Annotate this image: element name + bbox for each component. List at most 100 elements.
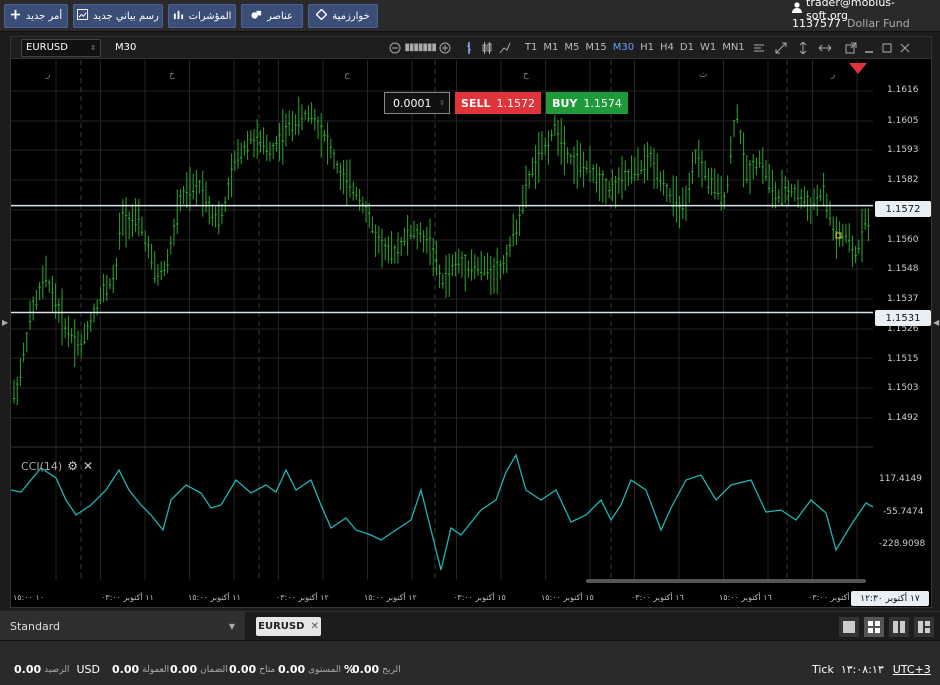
close-indicator-icon[interactable]: ✕ bbox=[83, 459, 93, 473]
price-tick: 1.1616 bbox=[887, 85, 919, 95]
line-chart-icon[interactable] bbox=[496, 39, 514, 57]
new-chart-label: رسم بياني جديد bbox=[93, 10, 159, 22]
layout-single-button[interactable] bbox=[839, 617, 859, 637]
current-timeframe: M30 bbox=[115, 42, 137, 53]
margin-label: الضمان bbox=[200, 664, 228, 675]
close-tab-icon[interactable]: ✕ bbox=[310, 621, 318, 632]
buy-label: BUY bbox=[552, 96, 578, 110]
right-arrow-icon[interactable]: ◀ bbox=[933, 318, 939, 327]
current-time-value: ١٧ أكتوبر ١٢:٣٠ bbox=[860, 593, 920, 604]
balance-value: 0.00 bbox=[14, 663, 42, 676]
layout-rows-button[interactable] bbox=[914, 617, 934, 637]
zoom-out-icon[interactable] bbox=[386, 39, 404, 57]
diamond-icon bbox=[315, 8, 328, 23]
workspace-select[interactable]: Standard ▼ bbox=[0, 612, 245, 640]
level-price-tag-value: 1.1531 bbox=[885, 312, 921, 324]
cci-name: CCI(14) bbox=[21, 459, 63, 473]
horizontal-arrows-icon[interactable] bbox=[816, 39, 834, 57]
chart-tab-label: EURUSD bbox=[258, 621, 305, 632]
price-tick: 1.1492 bbox=[887, 413, 919, 423]
timeframe-mn1[interactable]: MN1 bbox=[719, 42, 747, 53]
time-tick: ١٢ أكتوبر ٠٣:٠٠ bbox=[276, 593, 329, 602]
shapes-icon bbox=[251, 9, 262, 23]
balance-status: 0.00 الرصيد USD bbox=[14, 663, 100, 676]
spinner-icon[interactable]: ⇳ bbox=[439, 99, 445, 107]
symbol-select[interactable]: EURUSD ⇳ bbox=[21, 38, 101, 57]
vertical-arrows-icon[interactable] bbox=[794, 39, 812, 57]
chart-toolbar: EURUSD ⇳ M30 ▮▮▮▮▮▮▮ T1 M1 M5 M15 M30 H1… bbox=[11, 37, 931, 59]
profit-label: الربح bbox=[382, 664, 401, 675]
new-order-button[interactable]: أمر جديد bbox=[4, 4, 68, 28]
timeframe-m1[interactable]: M1 bbox=[540, 42, 561, 53]
timeframe-m15[interactable]: M15 bbox=[582, 42, 609, 53]
indicators-button[interactable]: المؤشرات bbox=[168, 4, 236, 28]
zoom-in-icon[interactable] bbox=[436, 39, 454, 57]
margin-value: 0.00 bbox=[170, 663, 198, 676]
chart-tabs-bar: Standard ▼ EURUSD ✕ bbox=[0, 611, 940, 640]
commission-label: العمولة bbox=[142, 664, 170, 675]
account-fund: Dollar Fund bbox=[847, 17, 910, 30]
time-tick: ١١ أكتوبر ٠٣:٠٠ bbox=[101, 593, 154, 602]
bid-price-tag-value: 1.1572 bbox=[885, 203, 921, 215]
buy-price: 1.1574 bbox=[583, 96, 622, 110]
level-price-tag[interactable]: 1.1531 bbox=[875, 310, 931, 326]
price-tick: 1.1582 bbox=[887, 175, 919, 185]
close-icon[interactable] bbox=[896, 39, 914, 57]
sell-label: SELL bbox=[461, 96, 491, 110]
objects-button[interactable]: عناصر bbox=[241, 4, 303, 28]
buy-button[interactable]: BUY 1.1574 bbox=[546, 92, 628, 114]
layout-columns-button[interactable] bbox=[889, 617, 909, 637]
timeframe-h4[interactable]: H4 bbox=[657, 42, 677, 53]
cci-tick: -228.9098 bbox=[879, 539, 926, 549]
time-tick: ١٥ أكتوبر ٠٣:٠٠ bbox=[453, 593, 506, 602]
account-id: 1137577 bbox=[792, 17, 841, 30]
minimize-icon[interactable] bbox=[860, 39, 878, 57]
timeframe-d1[interactable]: D1 bbox=[677, 42, 697, 53]
new-order-label: أمر جديد bbox=[25, 10, 63, 22]
sell-button[interactable]: SELL 1.1572 bbox=[455, 92, 541, 114]
current-time-tag: ١٧ أكتوبر ١٢:٣٠ bbox=[851, 591, 929, 606]
timeframe-m30[interactable]: M30 bbox=[610, 42, 637, 53]
top-toolbar: أمر جديد رسم بياني جديد المؤشرات عناصر خ… bbox=[0, 0, 940, 32]
timezone-selector[interactable]: UTC+3 bbox=[893, 663, 931, 676]
alert-triangle-icon bbox=[849, 63, 867, 74]
app-window: أمر جديد رسم بياني جديد المؤشرات عناصر خ… bbox=[0, 0, 940, 685]
bid-price-tag: 1.1572 bbox=[875, 201, 931, 217]
time-tick: ١١ أكتوبر ١٥:٠٠ bbox=[188, 593, 241, 602]
popout-icon[interactable] bbox=[842, 39, 860, 57]
account-info[interactable]: trader@mobius-soft.org 1137577 Dollar Fu… bbox=[792, 0, 934, 31]
chart-icon bbox=[77, 9, 89, 23]
crosshair-tool-icon[interactable] bbox=[460, 39, 478, 57]
timeframe-w1[interactable]: W1 bbox=[697, 42, 719, 53]
commission-value: 0.00 bbox=[112, 663, 140, 676]
price-tick: 1.1593 bbox=[887, 145, 919, 155]
lot-size-input[interactable]: 0.0001 ⇳ bbox=[384, 92, 450, 114]
time-tick: ١٦ أكتوبر ١٥:٠٠ bbox=[719, 593, 772, 602]
chart-plot-area[interactable]: 0.0001 ⇳ SELL 1.1572 BUY 1.1574 ر خ ج ح … bbox=[2, 60, 939, 608]
price-tick: 1.1560 bbox=[887, 235, 919, 245]
chart-tab-eurusd[interactable]: EURUSD ✕ bbox=[256, 617, 321, 636]
timeframe-h1[interactable]: H1 bbox=[637, 42, 657, 53]
day-marker: خ bbox=[169, 70, 175, 80]
algorithm-button[interactable]: خوارزمية bbox=[308, 4, 378, 28]
chart-scrollbar[interactable] bbox=[586, 579, 866, 583]
timeframe-t1[interactable]: T1 bbox=[522, 42, 540, 53]
price-chart-svg[interactable] bbox=[11, 60, 931, 608]
new-chart-button[interactable]: رسم بياني جديد bbox=[73, 4, 163, 28]
day-marker: ر bbox=[46, 70, 51, 80]
zoom-slider[interactable]: ▮▮▮▮▮▮▮ bbox=[404, 42, 437, 53]
lot-size-value: 0.0001 bbox=[393, 96, 432, 110]
maximize-icon[interactable] bbox=[878, 39, 896, 57]
diagonal-arrows-icon[interactable] bbox=[772, 39, 790, 57]
left-arrow-icon[interactable]: ▶ bbox=[2, 318, 8, 327]
columns-layout-icon bbox=[893, 618, 905, 637]
gear-icon[interactable]: ⚙ bbox=[67, 459, 78, 473]
available-status: 0.00 متاح bbox=[229, 663, 275, 676]
layout-grid-button[interactable] bbox=[864, 617, 884, 637]
price-tick: 1.1537 bbox=[887, 294, 919, 304]
price-tick: 1.1548 bbox=[887, 264, 919, 274]
timeframe-m5[interactable]: M5 bbox=[561, 42, 582, 53]
level-value: 0.00 bbox=[278, 663, 306, 676]
font-size-icon[interactable] bbox=[750, 39, 768, 57]
candles-tool-icon[interactable] bbox=[478, 39, 496, 57]
